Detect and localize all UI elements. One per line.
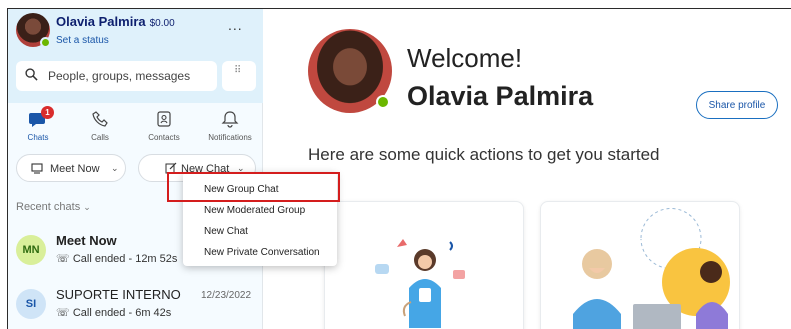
menu-item-new-moderated-group[interactable]: New Moderated Group xyxy=(204,205,305,216)
search-input[interactable]: People, groups, messages xyxy=(16,61,217,91)
menu-item-new-private-conversation[interactable]: New Private Conversation xyxy=(204,247,320,258)
credit-balance[interactable]: $0.00 xyxy=(150,18,175,29)
sidebar: Olavia Palmira $0.00 Set a status ... Peo… xyxy=(8,9,263,329)
presence-dot xyxy=(40,37,51,48)
welcome-heading: Welcome! xyxy=(407,43,523,73)
calls-illustration xyxy=(573,208,730,329)
meet-now-button[interactable]: Meet Now ⌄ xyxy=(16,154,126,182)
presence-dot xyxy=(376,95,390,109)
user-name[interactable]: Olavia Palmira $0.00 xyxy=(56,14,175,29)
chat-subtitle: ☏ Call ended - 12m 52s xyxy=(56,253,178,265)
contacts-icon xyxy=(154,109,174,129)
quick-action-card-calls[interactable] xyxy=(540,201,740,329)
dialpad-button[interactable]: ⠿ xyxy=(222,61,256,91)
app-window: Olavia Palmira $0.00 Set a status ... Peo… xyxy=(7,8,791,329)
sidebar-header: Olavia Palmira $0.00 Set a status ... Peo… xyxy=(8,9,263,103)
profile-name: Olavia Palmira xyxy=(407,81,594,111)
avatar: SI xyxy=(16,289,46,319)
meet-now-label: Meet Now xyxy=(50,163,100,175)
nav-label: Calls xyxy=(91,133,109,142)
avatar: MN xyxy=(16,235,46,265)
chat-title: Meet Now xyxy=(56,233,117,248)
quick-actions-heading: Here are some quick actions to get you s… xyxy=(308,145,660,164)
main-panel: Welcome! Olavia Palmira Share profile He… xyxy=(264,9,791,329)
user-avatar[interactable] xyxy=(16,13,51,48)
bell-icon xyxy=(220,109,240,129)
nav-label: Contacts xyxy=(148,133,180,142)
sidebar-nav: 1 Chats Calls Contacts Notifications xyxy=(8,106,263,145)
menu-item-new-chat[interactable]: New Chat xyxy=(204,226,248,237)
highlight-box xyxy=(167,172,340,202)
chat-date: 12/23/2022 xyxy=(201,290,252,301)
meet-now-icon xyxy=(31,163,43,174)
nav-notifications[interactable]: Notifications xyxy=(200,109,260,142)
share-profile-button[interactable]: Share profile xyxy=(696,91,778,119)
dialpad-icon: ⠿ xyxy=(234,65,241,76)
profile-avatar[interactable] xyxy=(308,29,392,113)
search-icon xyxy=(25,68,38,81)
chevron-down-icon: ⌄ xyxy=(111,163,119,173)
chat-subtitle: ☏ Call ended - 6m 42s xyxy=(56,307,172,319)
set-status-link[interactable]: Set a status xyxy=(56,35,109,46)
chat-title: SUPORTE INTERNO xyxy=(56,287,181,302)
phone-icon xyxy=(90,109,110,129)
chat-icon: 1 xyxy=(28,106,54,129)
call-ended-icon: ☏ xyxy=(56,307,70,319)
chats-badge: 1 xyxy=(41,106,54,119)
nav-label: Chats xyxy=(27,133,49,142)
nav-chats[interactable]: 1 Chats xyxy=(8,106,68,142)
chevron-down-icon: ⌄ xyxy=(83,202,91,212)
recent-chats-header[interactable]: Recent chats ⌄ xyxy=(16,201,91,213)
quick-action-card-group-chat[interactable] xyxy=(324,201,524,329)
chat-item-suporte-interno[interactable]: SI SUPORTE INTERNO ☏ Call ended - 6m 42s… xyxy=(8,281,263,327)
call-ended-icon: ☏ xyxy=(56,253,70,265)
group-chat-illustration xyxy=(375,239,465,328)
more-options-icon[interactable]: ... xyxy=(228,17,243,33)
nav-label: Notifications xyxy=(208,133,252,142)
nav-calls[interactable]: Calls xyxy=(70,109,130,142)
nav-contacts[interactable]: Contacts xyxy=(134,109,194,142)
search-placeholder: People, groups, messages xyxy=(48,69,191,83)
